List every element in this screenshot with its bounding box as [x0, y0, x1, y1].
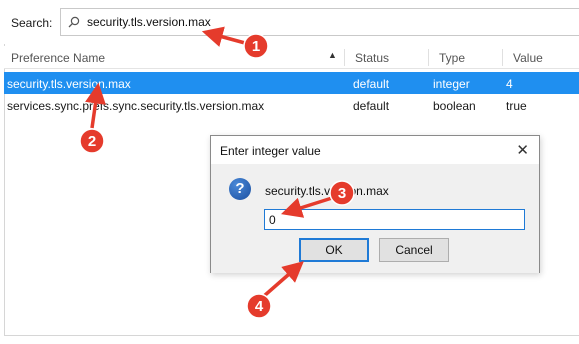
pref-type: integer — [433, 77, 470, 91]
step-number-2: 2 — [88, 133, 96, 150]
column-divider[interactable] — [502, 49, 503, 66]
pref-name: services.sync.prefs.sync.security.tls.ve… — [7, 99, 265, 113]
column-divider[interactable] — [428, 49, 429, 66]
enter-integer-dialog: Enter integer value ✕ ? security.tls.ver… — [210, 135, 540, 273]
integer-value-input[interactable] — [264, 209, 525, 230]
search-value: security.tls.version.max — [87, 15, 211, 29]
column-header-value[interactable]: Value — [513, 51, 543, 65]
pref-status: default — [353, 77, 390, 91]
sort-ascending-icon[interactable]: ▲ — [328, 50, 337, 60]
step-number-4: 4 — [255, 298, 264, 315]
dialog-prompt: security.tls.version.max — [265, 184, 389, 198]
column-header-type[interactable]: Type — [439, 51, 465, 65]
close-icon[interactable]: ✕ — [516, 141, 529, 159]
pref-name: security.tls.version.max — [7, 77, 131, 91]
pref-value: 4 — [506, 77, 513, 91]
search-icon — [68, 16, 80, 28]
search-input[interactable]: security.tls.version.max — [60, 8, 579, 36]
step-badge-2: 2 — [79, 128, 105, 154]
search-label: Search: — [11, 16, 53, 30]
cancel-button[interactable]: Cancel — [379, 238, 449, 262]
column-header-name[interactable]: Preference Name — [11, 51, 105, 65]
table-row[interactable]: services.sync.prefs.sync.security.tls.ve… — [4, 94, 579, 116]
step-badge-4: 4 — [246, 293, 272, 319]
column-divider[interactable] — [344, 49, 345, 66]
column-header-status[interactable]: Status — [355, 51, 389, 65]
table-header: Preference Name ▲ Status Type Value — [4, 46, 579, 69]
pref-status: default — [353, 99, 390, 113]
search-bar: Search: security.tls.version.max — [0, 0, 579, 44]
table-row[interactable]: security.tls.version.max default integer… — [4, 72, 579, 94]
panel-bottom-border — [4, 335, 579, 336]
question-icon: ? — [229, 178, 251, 200]
dialog-body: ? security.tls.version.max OK Cancel — [211, 164, 539, 273]
dialog-titlebar[interactable]: Enter integer value ✕ — [211, 136, 539, 164]
pref-value: true — [506, 99, 527, 113]
pref-type: boolean — [433, 99, 476, 113]
dialog-title: Enter integer value — [220, 144, 321, 158]
ok-button[interactable]: OK — [299, 238, 369, 262]
